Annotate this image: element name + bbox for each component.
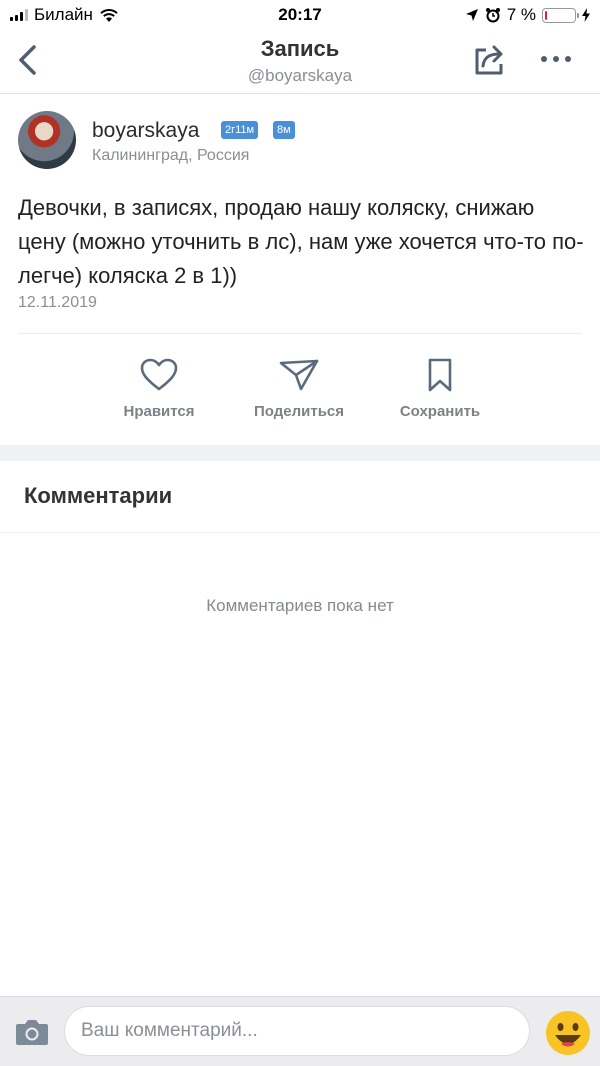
post-date: 12.11.2019 [18, 294, 97, 311]
save-button[interactable]: Сохранить [370, 357, 510, 420]
post: boyarskaya 2г11м 8м Калининград, Россия … [0, 95, 600, 445]
emoji-icon[interactable] [544, 1009, 592, 1057]
status-right: 7 % [465, 5, 590, 25]
battery-icon [542, 7, 579, 23]
author-location: Калининград, Россия [92, 147, 250, 164]
divider [0, 532, 600, 533]
save-label: Сохранить [399, 403, 481, 420]
comments-heading: Комментарии [24, 483, 173, 508]
comment-composer [0, 996, 600, 1066]
send-icon [279, 359, 319, 391]
share-icon[interactable] [470, 42, 510, 78]
heart-icon [140, 358, 178, 391]
bookmark-icon [428, 358, 452, 392]
like-label: Нравится [123, 403, 195, 420]
share-label: Поделиться [253, 403, 345, 420]
more-icon[interactable] [538, 44, 574, 74]
battery-percent: 7 % [506, 5, 536, 24]
page-subtitle[interactable]: @boyarskaya [0, 66, 600, 86]
battery-fill [545, 10, 547, 20]
divider [18, 333, 582, 334]
camera-icon[interactable] [14, 1016, 50, 1048]
age-badge-1: 2г11м [221, 121, 259, 139]
comment-input[interactable] [64, 1006, 530, 1056]
navbar: Запись @boyarskaya [0, 30, 600, 94]
share-post-button[interactable]: Поделиться [229, 357, 369, 420]
empty-comments-text: Комментариев пока нет [206, 596, 394, 615]
charging-bolt-icon [582, 8, 590, 22]
alarm-icon [485, 8, 500, 23]
like-button[interactable]: Нравится [89, 357, 229, 420]
section-separator [0, 445, 600, 461]
location-arrow-icon [465, 9, 478, 21]
age-badge-2: 8м [273, 121, 295, 139]
author-name[interactable]: boyarskaya [92, 119, 199, 143]
avatar[interactable] [18, 111, 76, 169]
status-bar: Билайн 20:17 7 % [0, 0, 600, 30]
post-text: Девочки, в записях, продаю нашу коляску,… [18, 195, 584, 288]
page-title: Запись [260, 36, 340, 61]
